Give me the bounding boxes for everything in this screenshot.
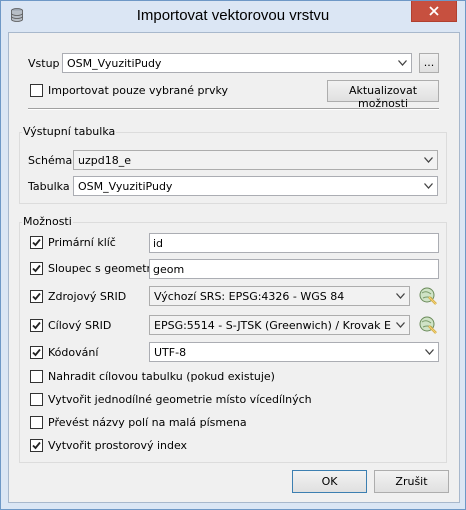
window-title: Importovat vektorovou vrstvu	[136, 7, 330, 24]
check-icon	[32, 292, 41, 301]
target-srid-label: Cílový SRID	[48, 319, 112, 332]
chevron-down-icon	[398, 60, 407, 66]
schema-label: Schéma	[28, 154, 73, 167]
check-icon	[32, 348, 41, 357]
source-srid-label: Zdrojový SRID	[48, 290, 127, 303]
encoding-value: UTF-8	[154, 346, 187, 359]
only-selected-checkbox[interactable]	[30, 84, 43, 97]
browse-button[interactable]: ...	[419, 53, 439, 73]
geom-column-checkbox[interactable]	[30, 262, 43, 275]
target-srid-checkbox[interactable]	[30, 319, 43, 332]
geom-column-value: geom	[153, 263, 185, 276]
chevron-down-icon	[425, 349, 434, 355]
schema-select[interactable]: uzpd18_e	[73, 150, 438, 170]
projection-selector-icon[interactable]	[418, 315, 438, 335]
primary-key-value: id	[153, 237, 164, 250]
output-table-title: Výstupní tabulka	[22, 125, 117, 138]
separator	[28, 108, 439, 110]
source-srid-select[interactable]: Výchozí SRS: EPSG:4326 - WGS 84	[149, 286, 410, 306]
source-srid-value: Výchozí SRS: EPSG:4326 - WGS 84	[154, 290, 345, 303]
geom-column-input[interactable]: geom	[149, 259, 439, 279]
target-srid-value: EPSG:5514 - S-JTSK (Greenwich) / Krovak …	[154, 319, 391, 332]
table-select[interactable]: OSM_VyuzitiPudy	[73, 176, 438, 196]
options-title: Možnosti	[22, 215, 73, 228]
close-button[interactable]	[411, 1, 457, 22]
dialog-content: Vstup OSM_VyuzitiPudy ... Importovat pou…	[8, 32, 460, 503]
spatial-index-checkbox[interactable]	[30, 439, 43, 452]
browse-button-label: ...	[423, 56, 435, 69]
check-icon	[32, 321, 41, 330]
lowercase-checkbox[interactable]	[30, 416, 43, 429]
lowercase-label: Převést názvy polí na malá písmena	[48, 416, 247, 429]
target-srid-select[interactable]: EPSG:5514 - S-JTSK (Greenwich) / Krovak …	[149, 315, 410, 335]
only-selected-label: Importovat pouze vybrané prvky	[48, 84, 229, 97]
dialog-window: Importovat vektorovou vrstvu Vstup OSM_V…	[0, 0, 466, 510]
primary-key-label: Primární klíč	[48, 236, 116, 249]
ok-button-label: OK	[321, 475, 338, 488]
encoding-select[interactable]: UTF-8	[149, 342, 439, 362]
encoding-label: Kódování	[48, 346, 99, 359]
table-value: OSM_VyuzitiPudy	[78, 180, 173, 193]
replace-table-label: Nahradit cílovou tabulku (pokud existuje…	[48, 370, 275, 383]
cancel-button-label: Zrušit	[395, 475, 428, 488]
title-bar[interactable]: Importovat vektorovou vrstvu	[1, 1, 465, 32]
input-layer-select[interactable]: OSM_VyuzitiPudy	[62, 53, 412, 73]
primary-key-input[interactable]: id	[149, 233, 439, 253]
check-icon	[32, 441, 41, 450]
cancel-button[interactable]: Zrušit	[374, 470, 449, 493]
table-label: Tabulka	[28, 180, 70, 193]
close-icon	[429, 6, 439, 16]
single-geometry-checkbox[interactable]	[30, 393, 43, 406]
primary-key-checkbox[interactable]	[30, 236, 43, 249]
chevron-down-icon	[424, 183, 433, 189]
schema-value: uzpd18_e	[78, 154, 131, 167]
check-icon	[32, 238, 41, 247]
geom-column-label: Sloupec s geometrií	[48, 262, 158, 275]
single-geometry-label: Vytvořit jednodílné geometrie místo více…	[48, 393, 312, 406]
check-icon	[32, 264, 41, 273]
chevron-down-icon	[396, 322, 405, 328]
replace-table-checkbox[interactable]	[30, 370, 43, 383]
encoding-checkbox[interactable]	[30, 346, 43, 359]
ok-button[interactable]: OK	[292, 470, 367, 493]
chevron-down-icon	[396, 293, 405, 299]
source-srid-checkbox[interactable]	[30, 290, 43, 303]
spatial-index-label: Vytvořit prostorový index	[48, 439, 188, 452]
input-label: Vstup	[28, 57, 60, 70]
chevron-down-icon	[424, 157, 433, 163]
update-options-button[interactable]: Aktualizovat možnosti	[327, 80, 439, 110]
input-layer-value: OSM_VyuzitiPudy	[67, 57, 162, 70]
update-options-label: Aktualizovat možnosti	[348, 84, 418, 110]
projection-selector-icon[interactable]	[418, 286, 438, 306]
